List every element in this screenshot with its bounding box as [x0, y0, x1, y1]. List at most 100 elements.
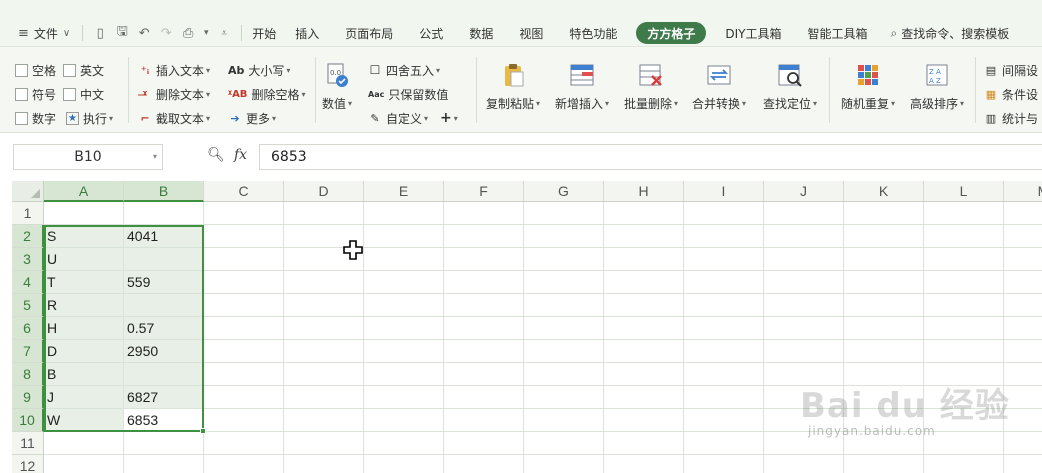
cell-h4[interactable] — [604, 271, 684, 294]
row-header-10[interactable]: 10 — [12, 409, 44, 432]
delete-space-button[interactable]: ᵡAB 删除空格 ▾ — [228, 84, 305, 104]
cell-f11[interactable] — [444, 432, 524, 455]
cell-g10[interactable] — [524, 409, 604, 432]
cell-h12[interactable] — [604, 455, 684, 473]
cell-k3[interactable] — [844, 248, 924, 271]
interval-set-button[interactable]: ▤ 间隔设 — [984, 60, 1038, 80]
cell-j4[interactable] — [764, 271, 844, 294]
cell-b8[interactable] — [124, 363, 204, 386]
cell-d11[interactable] — [284, 432, 364, 455]
row-header-11[interactable]: 11 — [12, 432, 44, 455]
cell-i10[interactable] — [684, 409, 764, 432]
cell-k5[interactable] — [844, 294, 924, 317]
column-header-f[interactable]: F — [444, 181, 524, 202]
cell-g5[interactable] — [524, 294, 604, 317]
batch-delete-button[interactable]: 批量删除 ▾ — [624, 61, 678, 112]
cell-j9[interactable] — [764, 386, 844, 409]
custom-button[interactable]: ✎ 自定义 ▾ + ▾ — [368, 108, 457, 128]
stats-button[interactable]: ▥ 统计与 — [984, 108, 1038, 128]
cell-b5[interactable] — [124, 294, 204, 317]
case-button[interactable]: Ab 大小写 ▾ — [228, 60, 290, 80]
cell-c6[interactable] — [204, 317, 284, 340]
cell-i12[interactable] — [684, 455, 764, 473]
cell-e6[interactable] — [364, 317, 444, 340]
cell-a10[interactable]: W — [44, 409, 124, 432]
space-checkbox[interactable]: 空格 — [15, 60, 56, 80]
cell-j12[interactable] — [764, 455, 844, 473]
cell-c12[interactable] — [204, 455, 284, 473]
tab-features[interactable]: 特色功能 — [556, 22, 630, 44]
cell-e3[interactable] — [364, 248, 444, 271]
cell-d7[interactable] — [284, 340, 364, 363]
cell-a12[interactable] — [44, 455, 124, 473]
cell-b7[interactable]: 2950 — [124, 340, 204, 363]
column-header-l[interactable]: L — [924, 181, 1004, 202]
tab-view[interactable]: 视图 — [506, 22, 556, 44]
cell-c1[interactable] — [204, 202, 284, 225]
cell-e1[interactable] — [364, 202, 444, 225]
column-header-h[interactable]: H — [604, 181, 684, 202]
cell-a8[interactable]: B — [44, 363, 124, 386]
cell-m2[interactable] — [1004, 225, 1042, 248]
print-icon[interactable]: ⎙ — [177, 22, 199, 44]
row-header-2[interactable]: 2 — [12, 225, 44, 248]
column-header-k[interactable]: K — [844, 181, 924, 202]
cell-m5[interactable] — [1004, 294, 1042, 317]
copy-paste-button[interactable]: 复制粘贴 ▾ — [486, 61, 540, 112]
cell-e7[interactable] — [364, 340, 444, 363]
cell-k11[interactable] — [844, 432, 924, 455]
column-header-c[interactable]: C — [204, 181, 284, 202]
cell-h1[interactable] — [604, 202, 684, 225]
cell-a4[interactable]: T — [44, 271, 124, 294]
undo-icon[interactable]: ↶ — [133, 22, 155, 44]
redo-icon[interactable]: ↷ — [155, 22, 177, 44]
delete-text-button[interactable]: ᵡ̶ 删除文本 ▾ — [138, 84, 210, 104]
column-header-d[interactable]: D — [284, 181, 364, 202]
cell-b12[interactable] — [124, 455, 204, 473]
cell-i5[interactable] — [684, 294, 764, 317]
cell-j7[interactable] — [764, 340, 844, 363]
cell-i3[interactable] — [684, 248, 764, 271]
cell-e10[interactable] — [364, 409, 444, 432]
cell-b6[interactable]: 0.57 — [124, 317, 204, 340]
keep-number-button[interactable]: Aac 只保留数值 — [368, 84, 448, 104]
cell-h2[interactable] — [604, 225, 684, 248]
cell-k8[interactable] — [844, 363, 924, 386]
cell-l2[interactable] — [924, 225, 1004, 248]
cell-h7[interactable] — [604, 340, 684, 363]
condition-set-button[interactable]: ▦ 条件设 — [984, 84, 1038, 104]
row-header-4[interactable]: 4 — [12, 271, 44, 294]
row-header-1[interactable]: 1 — [12, 202, 44, 225]
cell-b2[interactable]: 4041 — [124, 225, 204, 248]
find-locate-button[interactable]: 查找定位 ▾ — [763, 61, 817, 112]
row-header-7[interactable]: 7 — [12, 340, 44, 363]
cell-g11[interactable] — [524, 432, 604, 455]
cell-a2[interactable]: S — [44, 225, 124, 248]
cell-l4[interactable] — [924, 271, 1004, 294]
spreadsheet-grid[interactable]: ABCDEFGHIJKLM 123456789101112 S4041UT559… — [12, 181, 1042, 473]
cell-k9[interactable] — [844, 386, 924, 409]
row-header-12[interactable]: 12 — [12, 455, 44, 473]
cell-c11[interactable] — [204, 432, 284, 455]
tab-diy-toolbox[interactable]: DIY工具箱 — [712, 22, 794, 44]
row-header-5[interactable]: 5 — [12, 294, 44, 317]
tab-formula[interactable]: 公式 — [406, 22, 456, 44]
cell-m6[interactable] — [1004, 317, 1042, 340]
cell-a9[interactable]: J — [44, 386, 124, 409]
cell-a1[interactable] — [44, 202, 124, 225]
cell-a11[interactable] — [44, 432, 124, 455]
cell-h3[interactable] — [604, 248, 684, 271]
command-search[interactable]: ⌕ 查找命令、搜索模板 — [881, 22, 1020, 44]
tab-insert[interactable]: 插入 — [282, 22, 332, 44]
cell-j2[interactable] — [764, 225, 844, 248]
cell-b11[interactable] — [124, 432, 204, 455]
cell-l10[interactable] — [924, 409, 1004, 432]
cell-g4[interactable] — [524, 271, 604, 294]
cell-h9[interactable] — [604, 386, 684, 409]
save-icon[interactable]: 🖫 — [111, 22, 133, 44]
cell-g6[interactable] — [524, 317, 604, 340]
cell-g8[interactable] — [524, 363, 604, 386]
cell-d5[interactable] — [284, 294, 364, 317]
tab-data[interactable]: 数据 — [456, 22, 506, 44]
cell-a6[interactable]: H — [44, 317, 124, 340]
